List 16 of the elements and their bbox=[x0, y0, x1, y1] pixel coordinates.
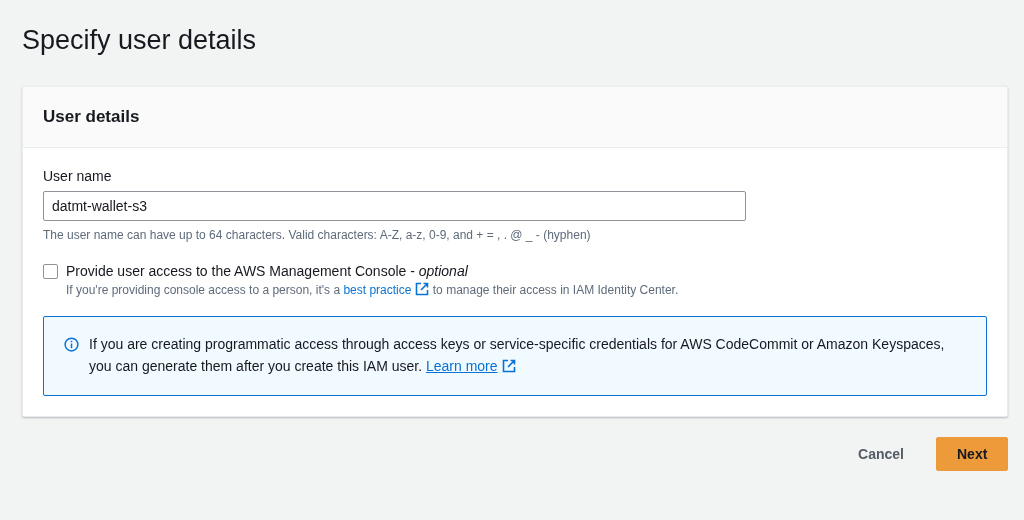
page-title: Specify user details bbox=[22, 24, 258, 57]
panel-title: User details bbox=[43, 106, 141, 128]
field-hint: The user name can have up to 64 characters. Valid characters: A-Z, a-z, 0-9, and + = , . @ _ - (hyphen) bbox=[43, 227, 592, 243]
external-link-icon bbox=[415, 282, 430, 296]
checkbox-label[interactable]: Provide user access to the AWS Management Console - optional bbox=[66, 261, 679, 281]
info-icon bbox=[64, 337, 79, 352]
field-label: User name bbox=[43, 167, 113, 186]
checkbox[interactable] bbox=[43, 264, 58, 279]
info-message: If you are creating programmatic access through access keys or service-specific credentials for AWS CodeCommit or Amazon Keyspaces, you can generate them after you create this IAM user. Learn more bbox=[89, 335, 946, 376]
next-button[interactable]: Next bbox=[936, 437, 1008, 471]
cancel-button[interactable]: Cancel bbox=[844, 438, 918, 470]
user-name-field[interactable]: datmt-wallet-s3 bbox=[43, 191, 746, 221]
best-practice-link[interactable]: best practice bbox=[343, 283, 430, 297]
checkbox-description: If you're providing console access to a person, it's a best practice to manage their access in IAM Identity Center. bbox=[66, 282, 679, 298]
external-link-icon bbox=[501, 359, 516, 373]
learn-more-link[interactable]: Learn more bbox=[425, 358, 516, 374]
